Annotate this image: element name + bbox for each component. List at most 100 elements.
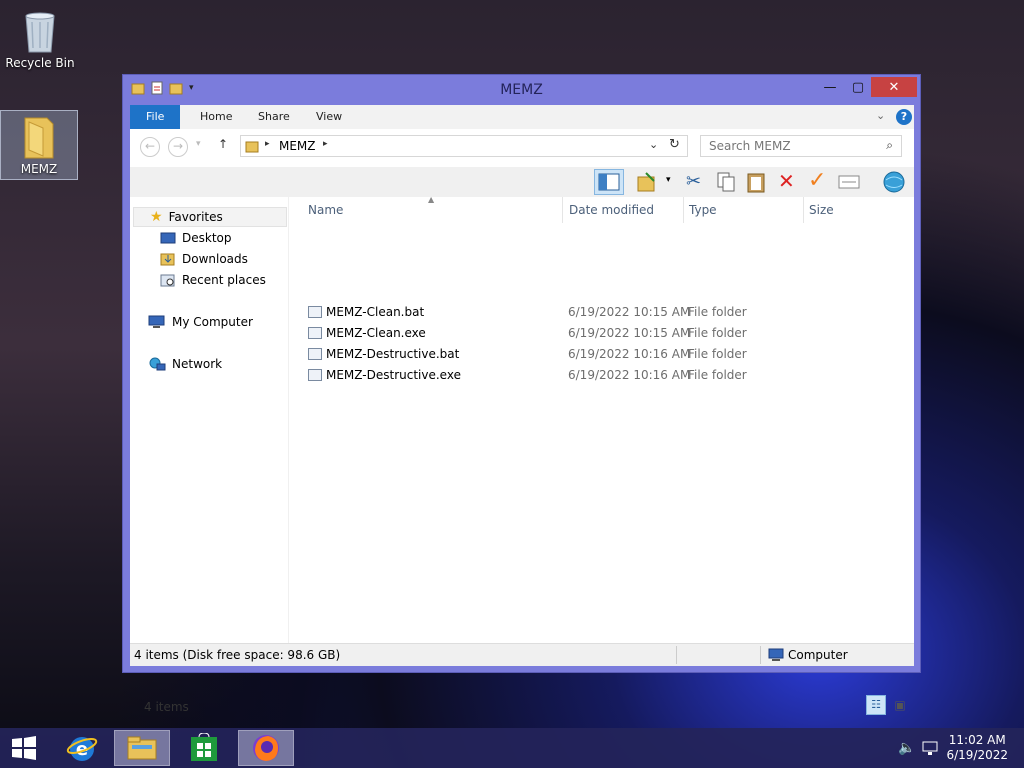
- table-row[interactable]: MEMZ-Clean.exe 6/19/2022 10:15 AM File f…: [300, 324, 900, 345]
- copy-icon[interactable]: [716, 171, 736, 193]
- search-placeholder: Search MEMZ: [709, 139, 791, 153]
- memz-desktop-label: MEMZ: [20, 162, 58, 176]
- large-icons-view-button[interactable]: ▣: [890, 695, 910, 715]
- file-type: File folder: [688, 305, 747, 319]
- status-divider: [676, 646, 677, 664]
- help-icon[interactable]: ?: [896, 109, 912, 125]
- rename-check-icon[interactable]: ✓: [808, 168, 826, 193]
- window-title: MEMZ: [500, 82, 543, 98]
- trash-icon: [25, 12, 55, 53]
- chevron-right-icon[interactable]: ▸: [265, 139, 270, 149]
- column-divider[interactable]: [683, 197, 684, 223]
- details-view-button[interactable]: ☷: [866, 695, 886, 715]
- computer-icon: [148, 315, 165, 328]
- ribbon-tabs: File Home Share View ⌄ ?: [130, 105, 914, 129]
- nav-desktop[interactable]: Desktop: [160, 228, 232, 248]
- chevron-down-icon[interactable]: ▾: [666, 175, 671, 185]
- nav-downloads[interactable]: Downloads: [160, 249, 248, 269]
- forward-button[interactable]: →: [168, 137, 188, 157]
- paste-icon[interactable]: [746, 171, 766, 193]
- memz-desktop-folder[interactable]: MEMZ: [0, 110, 78, 180]
- address-field[interactable]: ▸ MEMZ ▸ ⌄ ↻: [240, 135, 688, 157]
- file-explorer-button[interactable]: [114, 730, 170, 766]
- file-date: 6/19/2022 10:16 AM: [568, 368, 691, 382]
- title-bar[interactable]: ▾ MEMZ — ▢ ✕: [123, 75, 920, 105]
- firefox-icon: [253, 735, 279, 761]
- batch-file-icon: [308, 348, 322, 360]
- chevron-down-icon[interactable]: ⌄: [876, 109, 885, 122]
- status-bar: 4 items (Disk free space: 98.6 GB) Compu…: [130, 643, 914, 666]
- column-header-date[interactable]: Date modified: [569, 197, 654, 223]
- file-date: 6/19/2022 10:15 AM: [568, 326, 691, 340]
- column-divider[interactable]: [562, 197, 563, 223]
- internet-explorer-button[interactable]: e: [54, 730, 110, 766]
- chevron-right-icon[interactable]: ▸: [323, 139, 328, 149]
- search-input[interactable]: Search MEMZ ⌕: [700, 135, 902, 157]
- up-button[interactable]: ↑: [218, 137, 228, 151]
- pane-icon: [598, 173, 620, 191]
- command-toolbar: ▾ ✂ ✕ ✓: [130, 167, 914, 197]
- file-date: 6/19/2022 10:16 AM: [568, 347, 691, 361]
- nav-desktop-label: Desktop: [182, 231, 232, 245]
- delete-icon[interactable]: ✕: [778, 169, 795, 193]
- table-row[interactable]: MEMZ-Destructive.bat 6/19/2022 10:16 AM …: [300, 345, 900, 366]
- nav-favorites[interactable]: ★ Favorites: [133, 207, 287, 227]
- volume-muted-icon[interactable]: 🔈: [898, 740, 915, 756]
- star-icon: ★: [150, 209, 163, 225]
- nav-network[interactable]: Network: [148, 354, 222, 374]
- batch-file-icon: [308, 306, 322, 318]
- minimize-button[interactable]: —: [815, 77, 845, 97]
- item-count: 4 items: [144, 700, 189, 714]
- network-tray-icon[interactable]: [922, 741, 940, 757]
- cut-icon[interactable]: ✂: [686, 171, 701, 192]
- folder-icon: [24, 117, 54, 159]
- move-to-icon[interactable]: [636, 171, 658, 193]
- maximize-button[interactable]: ▢: [843, 77, 873, 97]
- windows-logo-icon: [12, 736, 36, 760]
- exe-file-icon: [308, 327, 322, 339]
- store-button[interactable]: [176, 730, 232, 766]
- nav-my-computer[interactable]: My Computer: [148, 312, 253, 332]
- table-row[interactable]: MEMZ-Clean.bat 6/19/2022 10:15 AM File f…: [300, 303, 900, 324]
- tab-share[interactable]: Share: [258, 105, 290, 129]
- file-type: File folder: [688, 326, 747, 340]
- address-path[interactable]: MEMZ: [279, 139, 316, 153]
- column-header-type[interactable]: Type: [689, 197, 717, 223]
- file-name: MEMZ-Clean.bat: [326, 305, 425, 319]
- properties-icon[interactable]: [838, 175, 860, 191]
- recycle-bin-label: Recycle Bin: [5, 56, 75, 70]
- tab-file[interactable]: File: [130, 105, 181, 129]
- downloads-folder-icon: [160, 253, 175, 266]
- clock[interactable]: 11:02 AM 6/19/2022: [946, 733, 1008, 763]
- tab-view[interactable]: View: [316, 105, 342, 129]
- clock-date: 6/19/2022: [946, 748, 1008, 762]
- folder-icon: [245, 141, 259, 153]
- file-type: File folder: [688, 368, 747, 382]
- file-name: MEMZ-Destructive.exe: [326, 368, 461, 382]
- preview-pane-button[interactable]: [594, 169, 624, 195]
- column-header-name[interactable]: Name: [308, 197, 343, 223]
- back-button[interactable]: ←: [140, 137, 160, 157]
- search-icon[interactable]: ⌕: [886, 138, 893, 153]
- firefox-button[interactable]: [238, 730, 294, 766]
- taskbar: e 🔈 11:02 AM 6/19/2022: [0, 728, 1024, 768]
- nav-network-label: Network: [172, 357, 223, 371]
- table-row[interactable]: MEMZ-Destructive.exe 6/19/2022 10:16 AM …: [300, 366, 900, 387]
- nav-recent-places[interactable]: Recent places: [160, 270, 266, 290]
- refresh-icon[interactable]: ↻: [669, 137, 680, 152]
- column-header-size[interactable]: Size: [809, 197, 834, 223]
- store-icon: [191, 733, 217, 761]
- file-date: 6/19/2022 10:15 AM: [568, 305, 691, 319]
- chevron-down-icon[interactable]: ⌄: [649, 138, 658, 151]
- exe-file-icon: [308, 369, 322, 381]
- start-button[interactable]: [0, 730, 48, 766]
- status-divider: [760, 646, 761, 664]
- tab-home[interactable]: Home: [200, 105, 232, 129]
- column-divider[interactable]: [803, 197, 804, 223]
- globe-icon[interactable]: [882, 170, 906, 194]
- recycle-bin-icon[interactable]: Recycle Bin: [2, 6, 78, 70]
- close-button[interactable]: ✕: [871, 77, 917, 97]
- computer-icon: [768, 648, 784, 661]
- recent-dropdown[interactable]: ▾: [196, 139, 201, 149]
- recent-places-icon: [160, 274, 175, 287]
